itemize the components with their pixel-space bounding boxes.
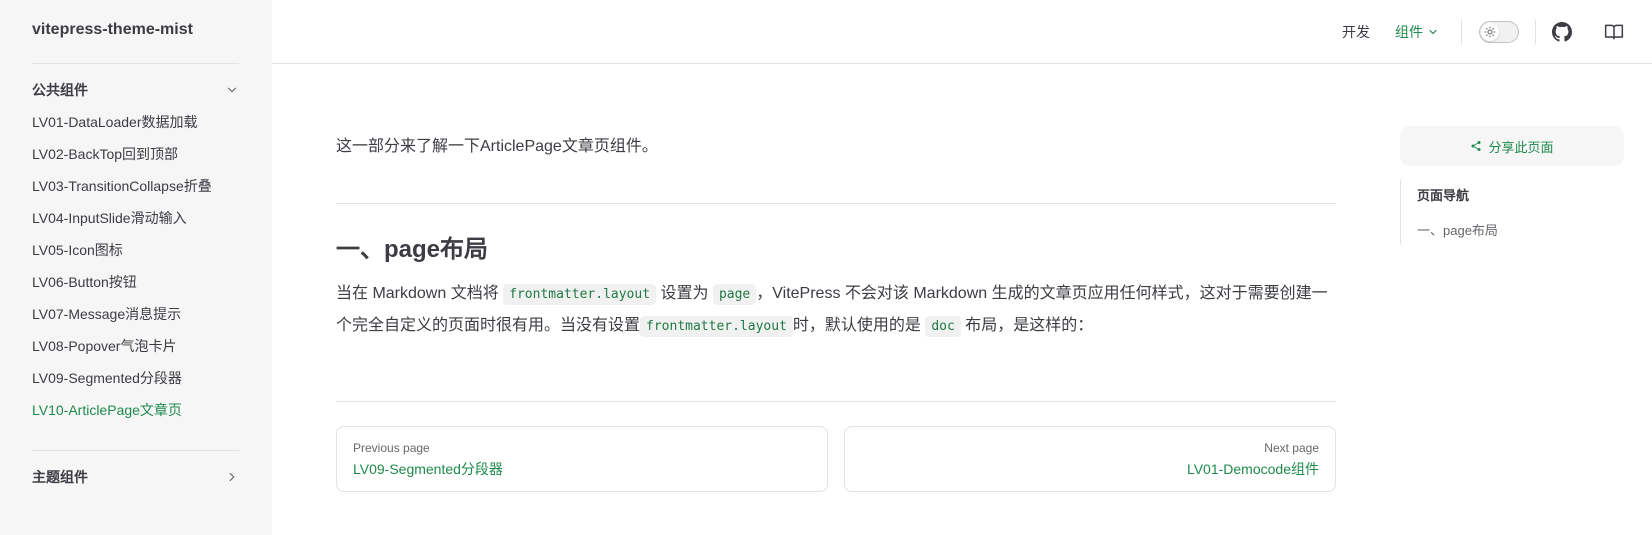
share-page-label: 分享此页面 bbox=[1488, 139, 1554, 155]
sidebar-item-transitioncollapse[interactable]: LV03-TransitionCollapse折叠 bbox=[32, 174, 212, 206]
inline-code: frontmatter.layout bbox=[503, 284, 657, 305]
intro-text: 这一部分来了解一下ArticlePage文章页组件。 bbox=[336, 138, 658, 155]
prev-page-link[interactable]: Previous page LV09-Segmented分段器 bbox=[336, 426, 828, 492]
book-open-icon bbox=[1604, 24, 1624, 40]
inline-code: frontmatter.layout bbox=[640, 316, 793, 337]
sidebar-divider bbox=[32, 63, 239, 64]
chevron-right-icon bbox=[229, 472, 235, 482]
sidebar-item-dataloader[interactable]: LV01-DataLoader数据加载 bbox=[32, 110, 212, 142]
content-divider bbox=[336, 203, 1336, 204]
reader-mode-button[interactable] bbox=[1602, 20, 1626, 44]
sidebar-group-theme[interactable]: 主题组件 bbox=[32, 467, 239, 487]
outline-title: 页面导航 bbox=[1417, 188, 1470, 203]
top-nav bbox=[272, 0, 1652, 64]
section-paragraph: 当在 Markdown 文档将 frontmatter.layout 设置为 p… bbox=[336, 278, 1336, 342]
sidebar-item-popover[interactable]: LV08-Popover气泡卡片 bbox=[32, 334, 212, 366]
sidebar-item-icon[interactable]: LV05-Icon图标 bbox=[32, 238, 212, 270]
sidebar-items: LV01-DataLoader数据加载 LV02-BackTop回到顶部 LV0… bbox=[32, 110, 212, 430]
inline-code: doc bbox=[925, 316, 961, 337]
section-heading: 一、page布局 bbox=[336, 236, 489, 263]
prev-page-title: LV09-Segmented分段器 bbox=[353, 461, 503, 477]
theme-toggle-knob bbox=[1481, 23, 1499, 41]
theme-toggle[interactable] bbox=[1479, 21, 1519, 43]
sun-icon bbox=[1484, 26, 1496, 38]
para-text: 当在 Markdown 文档将 bbox=[336, 285, 504, 302]
nav-separator bbox=[1461, 20, 1462, 44]
para-text: 设置为 bbox=[656, 285, 713, 302]
page-outline: 页面导航 一、page布局 bbox=[1400, 180, 1498, 244]
sidebar: vitepress-theme-mist 公共组件 LV01-DataLoade… bbox=[0, 0, 272, 535]
site-title[interactable]: vitepress-theme-mist bbox=[32, 21, 193, 39]
sidebar-item-segmented[interactable]: LV09-Segmented分段器 bbox=[32, 366, 212, 398]
sidebar-item-articlepage[interactable]: LV10-ArticlePage文章页 bbox=[32, 398, 212, 430]
sidebar-group-title: 主题组件 bbox=[32, 469, 88, 485]
nav-link-dev[interactable]: 开发 bbox=[1342, 22, 1370, 42]
sidebar-item-message[interactable]: LV07-Message消息提示 bbox=[32, 302, 212, 334]
nav-separator bbox=[1535, 20, 1536, 44]
share-icon bbox=[1471, 141, 1481, 151]
sidebar-item-button[interactable]: LV06-Button按钮 bbox=[32, 270, 212, 302]
footer-divider bbox=[336, 401, 1336, 402]
github-link[interactable] bbox=[1550, 20, 1574, 44]
inline-code: page bbox=[712, 284, 757, 305]
nav-link-components[interactable]: 组件 bbox=[1395, 22, 1439, 42]
sidebar-item-backtop[interactable]: LV02-BackTop回到顶部 bbox=[32, 142, 212, 174]
next-page-link[interactable]: Next page LV01-Democode组件 bbox=[844, 426, 1336, 492]
chevron-down-icon bbox=[1429, 29, 1437, 35]
chevron-down-icon bbox=[227, 87, 237, 93]
para-text: 布局，是这样的： bbox=[960, 317, 1094, 334]
sidebar-divider bbox=[32, 450, 239, 451]
sidebar-item-inputslide[interactable]: LV04-InputSlide滑动输入 bbox=[32, 206, 212, 238]
share-page-button[interactable]: 分享此页面 bbox=[1400, 126, 1624, 166]
outline-link[interactable]: 一、page布局 bbox=[1417, 220, 1498, 239]
sidebar-group-title: 公共组件 bbox=[32, 82, 88, 98]
nav-link-components-label: 组件 bbox=[1395, 24, 1423, 40]
para-text: 时，默认使用的是 bbox=[792, 317, 926, 334]
sidebar-group-public[interactable]: 公共组件 bbox=[32, 80, 239, 100]
github-icon bbox=[1552, 22, 1572, 42]
next-page-title: LV01-Democode组件 bbox=[1186, 461, 1319, 477]
next-page-desc: Next page bbox=[1264, 441, 1319, 455]
prev-page-desc: Previous page bbox=[353, 441, 430, 455]
